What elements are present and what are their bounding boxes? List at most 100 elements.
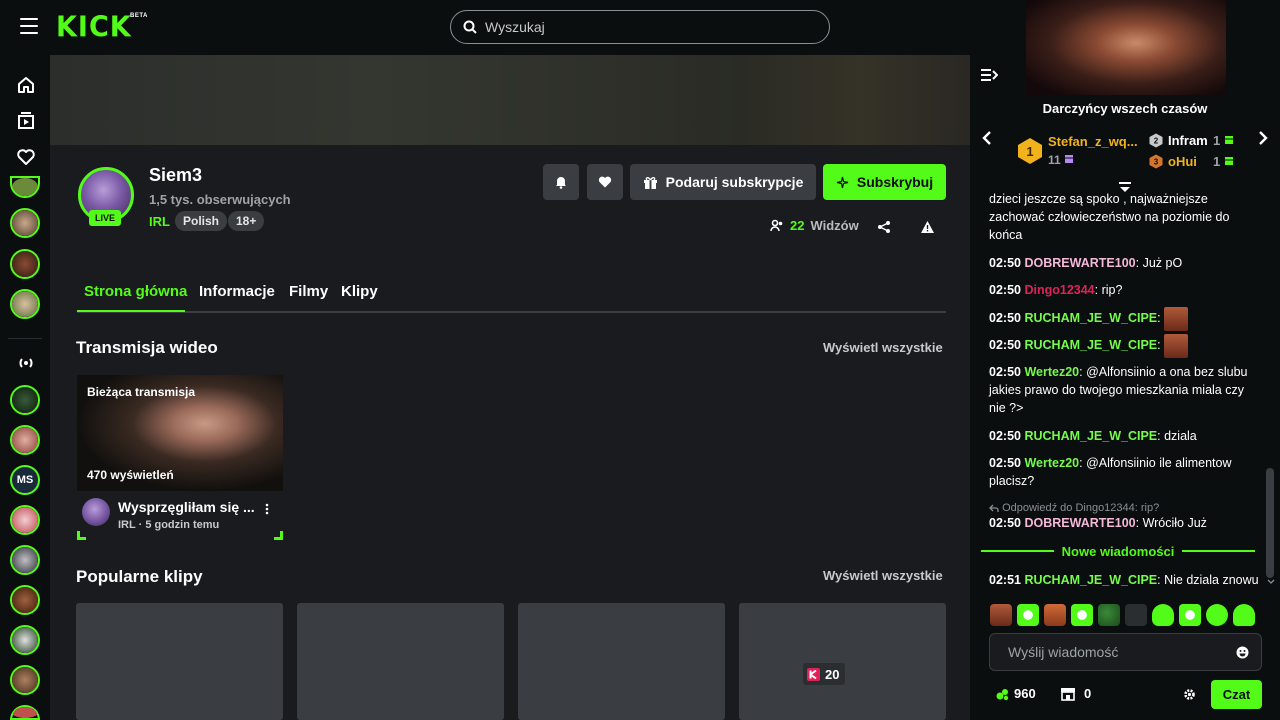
recommended-channel-avatar[interactable]	[10, 625, 40, 655]
notification-button[interactable]	[543, 164, 579, 200]
video-thumbnail[interactable]: Bieżąca transmisja 470 wyświetleń	[77, 375, 283, 491]
gifter-2-name[interactable]: Infram	[1168, 133, 1208, 148]
recommended-channel-avatar[interactable]	[10, 505, 40, 535]
heart-icon[interactable]	[16, 147, 36, 167]
gifter-1-name[interactable]: Stefan_z_wq...	[1048, 134, 1138, 149]
clip-card[interactable]	[297, 603, 504, 720]
videos-see-all-link[interactable]: Wyświetl wszystkie	[823, 340, 943, 355]
menu-icon[interactable]	[20, 18, 38, 34]
points-value: 960	[1014, 686, 1036, 701]
message-username[interactable]: RUCHAM_JE_W_CIPE	[1024, 311, 1157, 325]
emote-icon[interactable]	[1098, 604, 1120, 626]
message-username[interactable]: DOBREWARTE100	[1024, 256, 1135, 270]
send-chat-button[interactable]: Czat	[1211, 680, 1262, 709]
emote-icon[interactable]	[1071, 604, 1093, 626]
channel-points[interactable]: 960	[996, 686, 1036, 701]
tab-about[interactable]: Informacje	[199, 283, 275, 300]
recommended-channel-avatar[interactable]	[10, 425, 40, 455]
emote-icon[interactable]	[1206, 604, 1228, 626]
scroll-down-icon[interactable]	[1267, 579, 1275, 585]
home-icon[interactable]	[16, 75, 36, 95]
chat-message: dzieci jeszcze są spoko , najważniejsze …	[989, 190, 1259, 244]
store-button[interactable]: 0	[1060, 686, 1091, 701]
clips-section-title: Popularne klipy	[76, 567, 203, 586]
chevron-right-icon[interactable]	[1257, 130, 1269, 146]
tag-age[interactable]: 18+	[228, 211, 265, 231]
video-channel-avatar[interactable]	[82, 498, 110, 526]
chat-input-box[interactable]	[989, 633, 1262, 671]
tab-videos[interactable]: Filmy	[289, 283, 328, 300]
video-title[interactable]: Wysprzęgliłam się ...	[118, 499, 255, 515]
follow-button[interactable]	[587, 164, 623, 200]
top-gifters-title: Darczyńcy wszech czasów	[1042, 101, 1208, 116]
tag-language[interactable]: Polish	[175, 211, 228, 231]
browse-icon[interactable]	[16, 111, 36, 131]
emoji-icon[interactable]	[1236, 646, 1249, 659]
recommended-channel-avatar[interactable]	[10, 545, 40, 575]
clip-card[interactable]	[739, 603, 946, 720]
emote-icon[interactable]	[1125, 604, 1147, 626]
search-input[interactable]	[485, 19, 805, 35]
followed-channel-avatar[interactable]	[10, 208, 40, 238]
video-category[interactable]: IRL	[118, 519, 136, 531]
collapse-chat-icon[interactable]	[980, 67, 998, 83]
emote-icon[interactable]	[1179, 604, 1201, 626]
message-username[interactable]: RUCHAM_JE_W_CIPE	[1024, 338, 1157, 352]
recommended-channel-avatar[interactable]	[10, 385, 40, 415]
warning-icon	[920, 221, 934, 233]
message-username[interactable]: RUCHAM_JE_W_CIPE	[1024, 429, 1157, 443]
chat-message: 02:50 DOBREWARTE100: Wróciło Już	[989, 516, 1207, 530]
viewer-count: 22 Widzów	[770, 218, 859, 233]
quick-emotes	[990, 604, 1255, 626]
recommended-channel-avatar[interactable]	[10, 585, 40, 615]
channel-banner	[50, 55, 970, 145]
gear-icon[interactable]	[1183, 688, 1196, 701]
emote-icon	[1164, 306, 1189, 331]
message-text: Nie dziala znowu	[1164, 573, 1259, 587]
message-text: dzieci jeszcze są spoko , najważniejsze …	[989, 192, 1230, 242]
category-link[interactable]: IRL	[149, 214, 170, 229]
message-username[interactable]: DOBREWARTE100	[1024, 516, 1135, 530]
report-button[interactable]	[917, 217, 937, 237]
heart-icon	[598, 176, 612, 188]
message-username[interactable]: Dingo12344	[1024, 283, 1094, 297]
subscribe-button[interactable]: Subskrybuj	[823, 164, 946, 200]
message-username[interactable]: Wertez20	[1024, 365, 1079, 379]
clip-card[interactable]	[76, 603, 283, 720]
live-broadcast-icon[interactable]	[16, 353, 36, 373]
message-username[interactable]: Wertez20	[1024, 456, 1079, 470]
tab-clips[interactable]: Klipy	[341, 283, 378, 300]
store-count: 0	[1084, 686, 1092, 701]
emote-icon[interactable]	[990, 604, 1012, 626]
followed-channel-avatar[interactable]	[10, 176, 40, 198]
followed-channel-avatar[interactable]	[10, 289, 40, 319]
emote-icon[interactable]	[1044, 604, 1066, 626]
chat-message: 02:51 RUCHAM_JE_W_CIPE: Nie dziala znowu	[989, 573, 1259, 587]
emote-icon[interactable]	[1152, 604, 1174, 626]
share-button[interactable]	[874, 217, 894, 237]
recommended-channel-avatar[interactable]: MS	[10, 465, 40, 495]
emote-icon[interactable]	[1017, 604, 1039, 626]
kick-logo[interactable]: KICK	[56, 11, 132, 44]
store-icon	[1061, 687, 1075, 701]
chat-scrollbar[interactable]	[1266, 468, 1274, 578]
search-bar[interactable]	[450, 10, 830, 44]
tab-home[interactable]: Strona główna	[84, 283, 187, 300]
recommended-channel-avatar[interactable]	[10, 665, 40, 695]
clips-see-all-link[interactable]: Wyświetl wszystkie	[823, 568, 943, 583]
chat-message-input[interactable]	[1008, 644, 1236, 660]
message-time: 02:51	[989, 573, 1021, 587]
card-corner	[77, 531, 86, 540]
emote-icon[interactable]	[1233, 604, 1255, 626]
gift-subscription-button[interactable]: Podaruj subskrypcje	[630, 164, 816, 200]
more-options-icon[interactable]	[264, 502, 270, 516]
followed-channel-avatar[interactable]	[10, 249, 40, 279]
active-tab-indicator	[77, 310, 185, 312]
viewers-icon	[770, 219, 783, 232]
clip-card[interactable]	[518, 603, 725, 720]
recommended-channel-avatar[interactable]	[10, 705, 40, 720]
new-messages-divider[interactable]: Nowe wiadomości	[981, 542, 1256, 560]
gifter-3-name[interactable]: oHui	[1168, 154, 1197, 169]
chevron-left-icon[interactable]	[981, 130, 993, 146]
message-username[interactable]: RUCHAM_JE_W_CIPE	[1024, 573, 1157, 587]
